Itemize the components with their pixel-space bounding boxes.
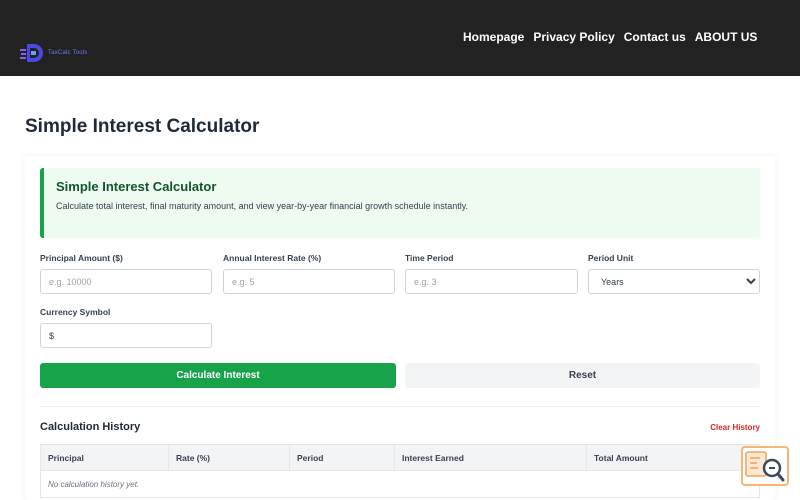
- col-total-amount: Total Amount: [586, 444, 760, 471]
- site-header: TaxCalc Tools Homepage Privacy Policy Co…: [0, 0, 800, 76]
- currency-label: Currency Symbol: [40, 307, 111, 317]
- col-principal: Principal: [40, 444, 169, 471]
- logo-text: TaxCalc Tools: [48, 50, 88, 56]
- floating-help-widget[interactable]: [741, 446, 789, 486]
- rate-label: Annual Interest Rate (%): [223, 253, 322, 263]
- nav-homepage[interactable]: Homepage: [463, 30, 524, 44]
- unit-field-group: Period Unit Years: [588, 253, 760, 294]
- calculate-interest-button[interactable]: Calculate Interest: [40, 363, 396, 388]
- col-rate: Rate (%): [168, 444, 290, 471]
- period-field-group: Time Period: [405, 253, 578, 294]
- clear-history-link[interactable]: Clear History: [710, 423, 760, 432]
- history-table: Principal Rate (%) Period Interest Earne…: [40, 444, 760, 498]
- search-document-icon: [745, 451, 785, 482]
- empty-history-message: No calculation history yet.: [40, 470, 760, 498]
- history-header-row: Principal Rate (%) Period Interest Earne…: [40, 444, 760, 471]
- currency-input[interactable]: [40, 323, 212, 348]
- main-nav: Homepage Privacy Policy Contact us ABOUT…: [463, 30, 766, 44]
- period-label: Time Period: [405, 253, 454, 263]
- calculator-logo-icon: [20, 44, 43, 62]
- info-box: Simple Interest Calculator Calculate tot…: [40, 168, 760, 238]
- calculator-card: Simple Interest Calculator Calculate tot…: [25, 156, 775, 500]
- rate-field-group: Annual Interest Rate (%): [223, 253, 395, 294]
- section-divider: [40, 406, 760, 407]
- site-logo[interactable]: TaxCalc Tools: [20, 40, 88, 66]
- principal-input[interactable]: [40, 269, 212, 294]
- nav-about-us[interactable]: ABOUT US: [695, 30, 758, 44]
- principal-field-group: Principal Amount ($): [40, 253, 212, 294]
- currency-field-group: Currency Symbol: [40, 307, 212, 348]
- nav-privacy-policy[interactable]: Privacy Policy: [533, 30, 614, 44]
- principal-label: Principal Amount ($): [40, 253, 123, 263]
- period-unit-select[interactable]: Years: [588, 269, 760, 294]
- col-interest-earned: Interest Earned: [394, 444, 587, 471]
- info-description: Calculate total interest, final maturity…: [56, 201, 469, 211]
- rate-input[interactable]: [223, 269, 395, 294]
- period-input[interactable]: [405, 269, 578, 294]
- unit-label: Period Unit: [588, 253, 634, 263]
- reset-button[interactable]: Reset: [405, 363, 760, 388]
- nav-contact-us[interactable]: Contact us: [624, 30, 686, 44]
- history-title: Calculation History: [40, 421, 141, 433]
- page-title: Simple Interest Calculator: [25, 116, 260, 137]
- table-row: No calculation history yet.: [40, 470, 760, 498]
- info-title: Simple Interest Calculator: [56, 179, 217, 194]
- col-period: Period: [289, 444, 395, 471]
